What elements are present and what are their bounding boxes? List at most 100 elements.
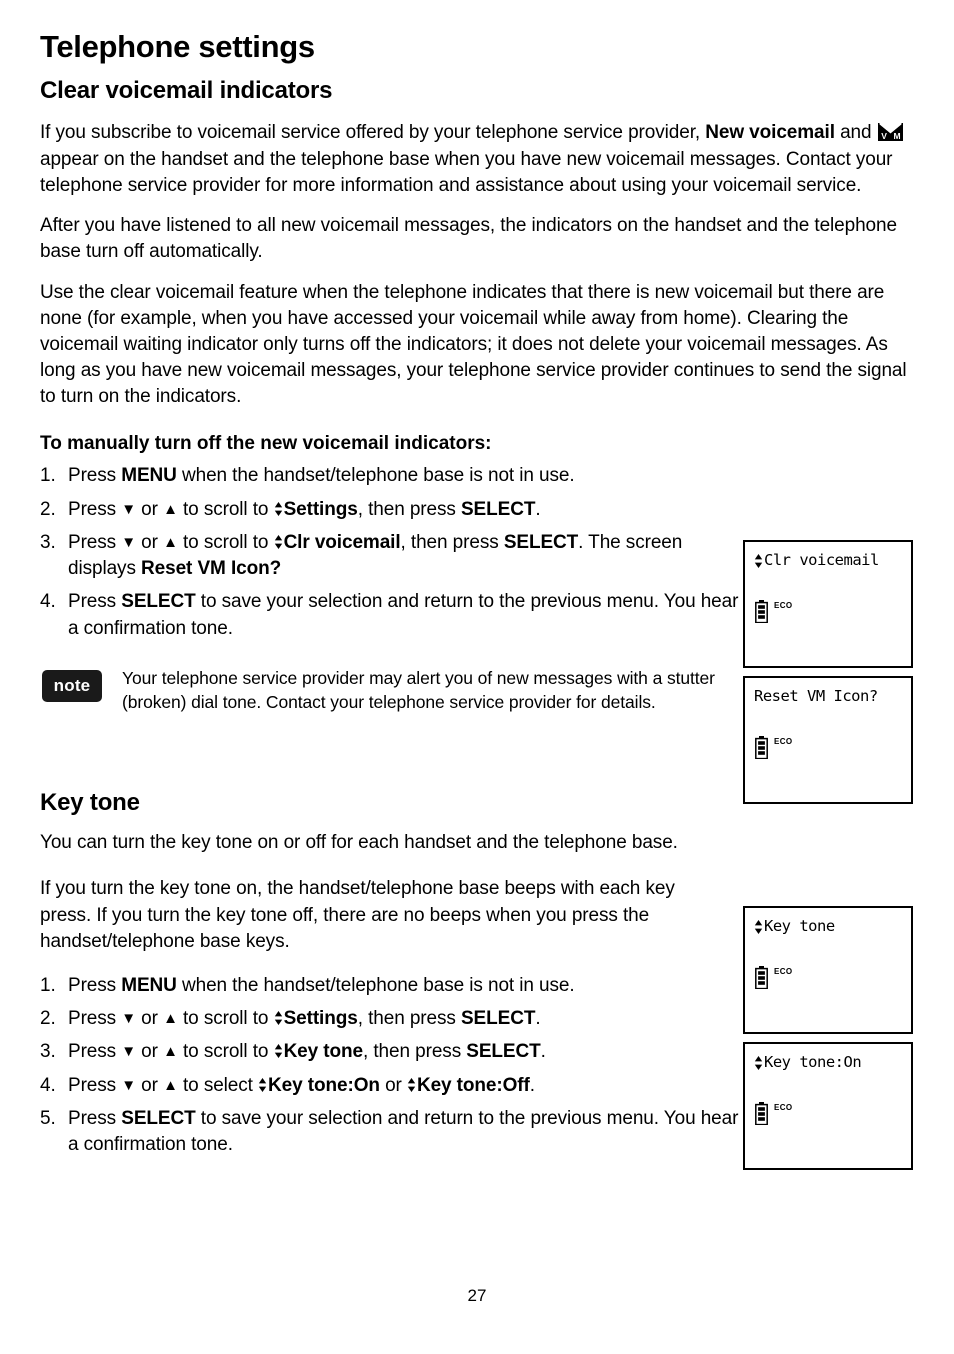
step-text-run: to scroll to: [177, 531, 274, 553]
step-item: 4. Press SELECT to save your selection an…: [40, 589, 740, 641]
step-text-run: to select: [177, 1074, 259, 1096]
step-text-run: Press: [68, 465, 122, 487]
step-text-run: , then press: [357, 1008, 461, 1030]
lcd-menu-label: Key tone:On: [764, 1053, 862, 1072]
lcd-menu-label: Clr voicemail: [764, 551, 879, 570]
up-down-arrow-icon: [274, 501, 282, 516]
paragraph-voicemail-intro: If you subscribe to voicemail service of…: [40, 120, 914, 199]
lcd-key-tone: Key tone ECO: [743, 906, 913, 1034]
paragraph-key-tone-intro: You can turn the key tone on or off for …: [40, 832, 678, 854]
up-down-arrow-icon: [754, 1056, 763, 1070]
lcd-text-line: Reset VM Icon?: [754, 687, 878, 705]
step-key-label: Reset VM Icon?: [141, 558, 282, 580]
lcd-text-line: Key tone: [754, 919, 835, 935]
manual-page: Telephone settings Clear voicemail indic…: [0, 0, 954, 1354]
step-text-run: Press: [68, 591, 122, 613]
note-block-voicemail: note Your telephone service provider may…: [40, 666, 740, 736]
step-item: 5. Press SELECT to save your selection an…: [40, 1106, 740, 1158]
step-item: 1. Press MENU when the handset/telephone …: [40, 973, 740, 999]
lcd-status-row: ECO: [755, 1102, 793, 1125]
step-key-label: Settings: [283, 498, 358, 520]
step-text-run: Press: [68, 531, 122, 553]
eco-label: ECO: [774, 1103, 793, 1112]
page-title: Telephone settings: [40, 29, 315, 64]
step-key-label: MENU: [121, 465, 177, 487]
step-text-run: Press: [68, 1107, 122, 1129]
step-text-run: or: [136, 1041, 164, 1063]
step-text-run: .: [529, 1074, 535, 1096]
step-key-label: Clr voicemail: [283, 531, 401, 553]
paragraph-clear-voicemail-explain: Use the clear voicemail feature when the…: [40, 281, 907, 408]
lcd-text-line: Clr voicemail: [754, 553, 879, 569]
step-key-label: Key tone:Off: [416, 1074, 530, 1096]
lcd-status-row: ECO: [755, 966, 793, 989]
step-key-label: SELECT: [121, 591, 196, 613]
step-key-label: Key tone:On: [268, 1074, 380, 1096]
step-text-run: , then press: [400, 531, 504, 553]
step-key-label: Key tone: [283, 1041, 364, 1063]
svg-text:V: V: [881, 132, 887, 142]
emphasis-new-voicemail: New voicemail: [705, 122, 835, 144]
step-number: 1.: [40, 465, 56, 487]
up-triangle-icon: ▲: [163, 1043, 178, 1061]
step-text-run: .: [540, 1041, 546, 1063]
step-item: 2. Press ▼ or ▲ to scroll to Settings, th…: [40, 497, 740, 523]
up-down-arrow-icon: [754, 920, 763, 934]
eco-label: ECO: [774, 601, 793, 610]
up-triangle-icon: ▲: [163, 500, 178, 518]
step-text-run: Press: [68, 1074, 122, 1096]
step-key-label: SELECT: [460, 498, 536, 520]
voicemail-envelope-icon: VM: [877, 123, 903, 142]
lcd-status-row: ECO: [755, 736, 793, 759]
step-text-run: Press: [68, 975, 122, 997]
step-text-run: , then press: [357, 498, 461, 520]
paragraph-voicemail-auto-off: After you have listened to all new voice…: [40, 215, 897, 263]
paragraph-text-run: If you subscribe to voicemail service of…: [40, 122, 706, 144]
step-text-run: or: [379, 1074, 407, 1096]
svg-text:M: M: [893, 132, 900, 142]
eco-label: ECO: [774, 967, 793, 976]
lcd-key-tone-on: Key tone:On ECO: [743, 1042, 913, 1170]
step-number: 4.: [40, 591, 56, 613]
paragraph-key-tone-behavior: If you turn the key tone on, the handset…: [40, 878, 675, 952]
step-item: 3. Press ▼ or ▲ to scroll to Clr voicemai…: [40, 530, 740, 582]
step-key-label: SELECT: [121, 1107, 196, 1129]
battery-icon: [755, 600, 768, 623]
step-key-label: SELECT: [503, 531, 579, 553]
down-triangle-icon: ▼: [121, 1043, 136, 1061]
up-triangle-icon: ▲: [163, 533, 178, 551]
paragraph-text-run: appear on the handset and the telephone …: [40, 148, 893, 196]
step-number: 4.: [40, 1074, 56, 1096]
lcd-clr-voicemail: Clr voicemail ECO: [743, 540, 913, 668]
up-down-arrow-icon: [407, 1077, 416, 1092]
step-text-run: Press: [68, 498, 122, 520]
battery-icon: [755, 1102, 768, 1125]
step-text-run: or: [136, 1074, 164, 1096]
step-number: 2.: [40, 1008, 56, 1030]
step-text-run: Press: [68, 1008, 122, 1030]
step-text-run: , then press: [363, 1041, 467, 1063]
step-key-label: Settings: [283, 1008, 358, 1030]
lcd-status-row: ECO: [755, 600, 793, 623]
paragraph-text-run: and: [834, 122, 877, 144]
lcd-text-line: Key tone:On: [754, 1053, 862, 1072]
up-down-arrow-icon: [274, 1011, 282, 1026]
lcd-menu-label: Reset VM Icon?: [754, 687, 878, 705]
up-triangle-icon: ▲: [163, 1076, 178, 1094]
step-number: 3.: [40, 531, 56, 553]
battery-icon: [755, 736, 768, 759]
step-number: 3.: [40, 1041, 56, 1063]
step-item: 1. Press MENU when the handset/telephone …: [40, 463, 740, 489]
down-triangle-icon: ▼: [121, 1010, 136, 1028]
step-text-run: or: [136, 531, 164, 553]
down-triangle-icon: ▼: [121, 500, 136, 518]
step-text-run: to scroll to: [177, 1041, 274, 1063]
step-text-run: or: [136, 498, 164, 520]
step-key-label: MENU: [121, 975, 177, 997]
page-number: 27: [467, 1286, 487, 1305]
step-number: 5.: [40, 1107, 56, 1129]
battery-icon: [755, 966, 768, 989]
step-text-run: .: [535, 498, 541, 520]
up-down-arrow-icon: [258, 1077, 267, 1092]
step-item: 2. Press ▼ or ▲ to scroll to Settings, th…: [40, 1006, 740, 1032]
